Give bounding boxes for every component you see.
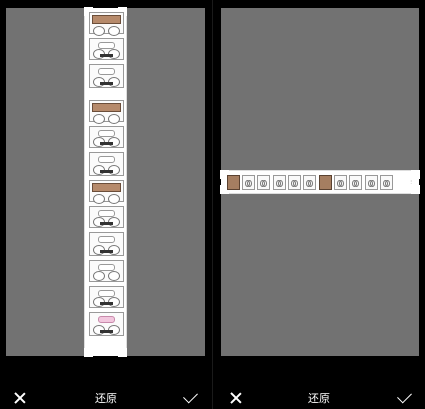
image-panel [89, 180, 124, 204]
image-panel [242, 175, 255, 190]
image-panel [89, 100, 124, 124]
image-panel [334, 175, 347, 190]
image-panel [89, 64, 124, 88]
reset-label: 还原 [95, 391, 117, 405]
image-preview-horizontal[interactable]: ⋮ [220, 170, 420, 194]
image-panel [89, 206, 124, 228]
image-panel [89, 152, 124, 176]
image-panel [89, 260, 124, 282]
checkmark-icon [182, 388, 198, 404]
image-panel [349, 175, 362, 190]
image-panel [89, 126, 124, 148]
image-panel [89, 38, 124, 60]
bottom-toolbar: 还原 还原 [0, 386, 425, 409]
crop-handle-bottom-right[interactable] [411, 185, 420, 194]
image-panel [89, 232, 124, 256]
close-icon [13, 391, 27, 405]
image-panel [303, 175, 316, 190]
image-preview-vertical[interactable] [84, 7, 127, 357]
rotate-crop-screen: ⋮ 还原 还原 [0, 0, 425, 409]
image-panel [227, 175, 240, 190]
image-panel [89, 12, 124, 36]
checkmark-icon [396, 388, 412, 404]
cancel-button-left[interactable] [10, 386, 30, 409]
cancel-button-right[interactable] [226, 386, 246, 409]
image-panel [273, 175, 286, 190]
image-panel [257, 175, 270, 190]
close-icon [229, 391, 243, 405]
confirm-button-right[interactable] [394, 386, 414, 409]
crop-handle-bottom-right[interactable] [118, 348, 127, 357]
reset-button-left[interactable]: 还原 [86, 386, 126, 409]
image-panel [89, 286, 124, 308]
crop-handle-bottom-left[interactable] [84, 348, 93, 357]
right-preview-pane [213, 0, 425, 409]
side-marks: ⋮ [409, 179, 413, 184]
reset-label: 还原 [308, 391, 330, 405]
image-panel [89, 312, 124, 336]
confirm-button-left[interactable] [180, 386, 200, 409]
image-panel [319, 175, 332, 190]
reset-button-right[interactable]: 还原 [299, 386, 339, 409]
crop-handle-top-right[interactable] [411, 170, 420, 179]
image-panel [365, 175, 378, 190]
image-panel [288, 175, 301, 190]
image-panel [380, 175, 393, 190]
